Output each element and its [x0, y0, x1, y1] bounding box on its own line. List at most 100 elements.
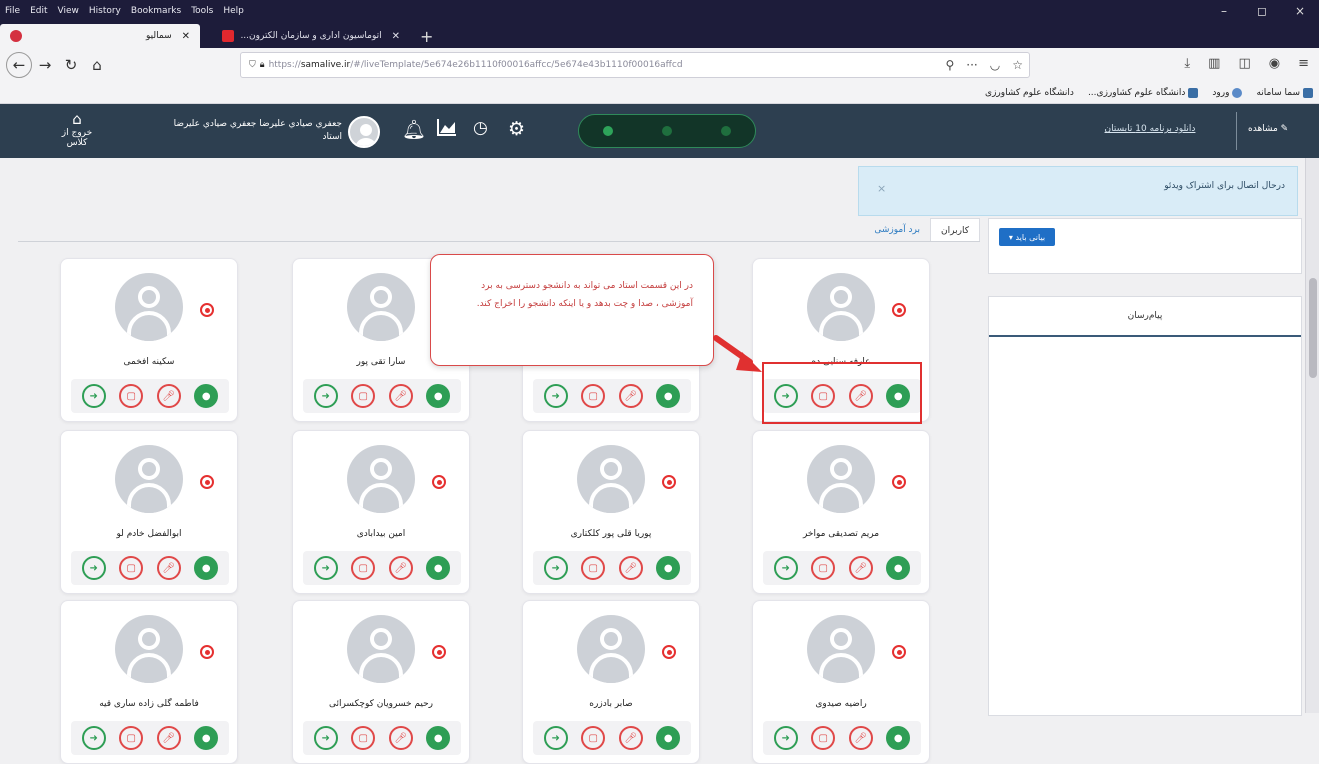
url-bar[interactable]: ⛉ 🔒︎ https:// samalive.ir /#/liveTemplat… [240, 52, 1030, 78]
kick-user-icon[interactable] [892, 475, 906, 489]
menu-history[interactable]: History [84, 6, 126, 16]
menu-tools[interactable]: Tools [186, 6, 218, 16]
tab-office-automation[interactable]: ✕ اتوماسیون اداری و سازمان الکترون... [200, 24, 410, 48]
sidebar-icon[interactable]: ◫ [1238, 56, 1250, 71]
microphone-icon[interactable]: 🎤︎ [388, 556, 413, 580]
home-icon[interactable]: ⌂ [84, 52, 110, 78]
forward-button[interactable]: → [32, 52, 58, 78]
chat-icon[interactable]: ● [194, 726, 219, 750]
chat-icon[interactable]: ● [656, 384, 681, 408]
whiteboard-icon[interactable]: ▢ [119, 726, 144, 750]
microphone-icon[interactable]: 🎤︎ [156, 384, 181, 408]
whiteboard-icon[interactable]: ▢ [581, 384, 606, 408]
microphone-icon[interactable]: 🎤︎ [388, 384, 413, 408]
tab-samalive[interactable]: ✕ سماليو [0, 24, 200, 48]
exit-icon[interactable]: ➜ [81, 384, 106, 408]
chat-icon[interactable]: ● [426, 556, 451, 580]
back-button[interactable]: ← [6, 52, 32, 78]
kick-user-icon[interactable] [662, 645, 676, 659]
upload-button[interactable]: بیانی باید ▾ [999, 228, 1055, 246]
menu-edit[interactable]: Edit [25, 6, 52, 16]
whiteboard-icon[interactable]: ▢ [119, 384, 144, 408]
menu-help[interactable]: Help [218, 6, 249, 16]
whiteboard-icon[interactable]: ▢ [811, 726, 836, 750]
whiteboard-icon[interactable]: ▢ [351, 384, 376, 408]
menu-file[interactable]: File [0, 6, 25, 16]
tab-close-icon[interactable]: ✕ [182, 31, 190, 42]
bookmark-item[interactable]: سما سامانه [1256, 87, 1313, 98]
exit-icon[interactable]: ➜ [81, 726, 106, 750]
whiteboard-icon[interactable]: ▢ [119, 556, 144, 580]
menu-bookmarks[interactable]: Bookmarks [126, 6, 186, 16]
whiteboard-icon[interactable]: ▢ [351, 556, 376, 580]
whiteboard-icon[interactable]: ▢ [581, 556, 606, 580]
microphone-icon[interactable]: 🎤︎ [618, 556, 643, 580]
menu-icon[interactable]: ≡ [1298, 56, 1309, 71]
library-icon[interactable]: ▥ [1208, 56, 1220, 71]
exit-icon[interactable]: ➜ [543, 384, 568, 408]
more-icon[interactable]: ··· [966, 58, 977, 72]
microphone-icon[interactable]: 🎤︎ [618, 726, 643, 750]
exit-icon[interactable]: ➜ [81, 556, 106, 580]
new-tab-button[interactable]: + [410, 24, 443, 48]
microphone-icon[interactable]: 🎤︎ [388, 726, 413, 750]
maximize-button[interactable]: ◻ [1243, 0, 1281, 22]
page-scrollbar[interactable] [1305, 158, 1319, 713]
minimize-button[interactable]: – [1205, 0, 1243, 22]
exit-icon[interactable]: ➜ [543, 726, 568, 750]
microphone-icon[interactable]: 🎤︎ [848, 556, 873, 580]
bookmark-star-icon[interactable]: ☆ [1012, 58, 1023, 72]
chat-icon[interactable]: ● [886, 726, 911, 750]
chat-icon[interactable]: ● [426, 726, 451, 750]
class-title[interactable]: دانلود برنامه 10 تابستان [1084, 124, 1216, 134]
whiteboard-icon[interactable]: ▢ [351, 726, 376, 750]
chat-icon[interactable]: ● [194, 556, 219, 580]
microphone-icon[interactable]: 🎤︎ [848, 726, 873, 750]
download-icon[interactable]: ⤓ [1184, 56, 1190, 71]
tab-users[interactable]: کاربران [930, 218, 980, 242]
kick-user-icon[interactable] [892, 303, 906, 317]
kick-user-icon[interactable] [200, 645, 214, 659]
bookmark-item[interactable]: دانشگاه علوم کشاورزی... [1088, 87, 1199, 98]
chart-icon[interactable] [437, 118, 457, 141]
exit-icon[interactable]: ➜ [313, 726, 338, 750]
tab-close-icon[interactable]: ✕ [392, 31, 400, 42]
pocket-icon[interactable]: ◡ [990, 58, 1000, 72]
exit-class-button[interactable]: ⌂ خروج از کلاس [52, 110, 102, 148]
kick-user-icon[interactable] [432, 475, 446, 489]
close-icon[interactable]: × [877, 182, 886, 195]
account-icon[interactable]: ◉ [1269, 56, 1280, 71]
chat-icon[interactable]: ● [656, 726, 681, 750]
chat-icon[interactable]: ● [194, 384, 219, 408]
avatar[interactable] [348, 116, 380, 148]
scrollbar-thumb[interactable] [1309, 278, 1317, 378]
exit-icon[interactable]: ➜ [773, 556, 798, 580]
exit-icon[interactable]: ➜ [313, 384, 338, 408]
location-icon[interactable]: ⚲ [946, 58, 955, 72]
clock-icon[interactable]: ◷ [473, 118, 488, 138]
exit-icon[interactable]: ➜ [543, 556, 568, 580]
whiteboard-icon[interactable]: ▢ [581, 726, 606, 750]
kick-user-icon[interactable] [892, 645, 906, 659]
menu-view[interactable]: View [53, 6, 84, 16]
microphone-icon[interactable]: 🎤︎ [156, 556, 181, 580]
bookmark-item[interactable]: دانشگاه علوم کشاورزی [985, 88, 1074, 98]
settings-icon[interactable]: ⚙ [508, 118, 525, 140]
kick-user-icon[interactable] [662, 475, 676, 489]
header-right-label[interactable]: ✎ مشاهده [1248, 124, 1288, 134]
exit-icon[interactable]: ➜ [773, 726, 798, 750]
tab-whiteboard[interactable]: برد آموزشی [864, 218, 930, 242]
chat-icon[interactable]: ● [426, 384, 451, 408]
kick-user-icon[interactable] [200, 303, 214, 317]
whiteboard-icon[interactable]: ▢ [811, 556, 836, 580]
kick-user-icon[interactable] [432, 645, 446, 659]
bookmark-item[interactable]: ورود [1212, 87, 1243, 98]
microphone-icon[interactable]: 🎤︎ [156, 726, 181, 750]
microphone-icon[interactable]: 🎤︎ [618, 384, 643, 408]
record-toggle[interactable] [578, 114, 756, 148]
kick-user-icon[interactable] [200, 475, 214, 489]
exit-icon[interactable]: ➜ [313, 556, 338, 580]
reload-button[interactable]: ↻ [58, 52, 84, 78]
bell-icon[interactable]: 🔔︎ [402, 118, 426, 141]
close-window-button[interactable]: × [1281, 0, 1319, 22]
